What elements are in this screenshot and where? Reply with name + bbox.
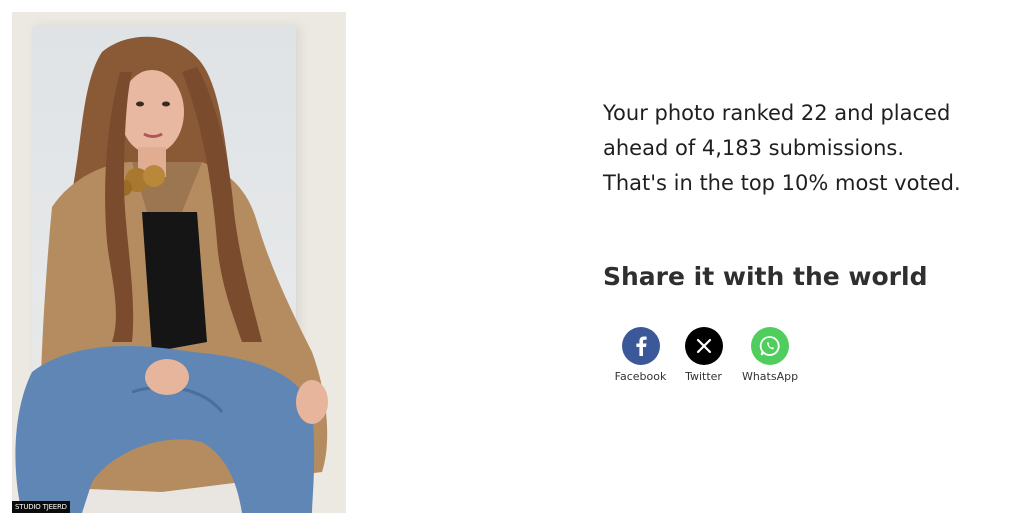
share-whatsapp-button[interactable]: WhatsApp <box>735 327 805 383</box>
rank-line-2: ahead of 4,183 submissions. <box>603 136 905 160</box>
facebook-label: Facebook <box>614 370 667 383</box>
submitted-photo: STUDIO TJEERD <box>12 12 346 513</box>
portrait-illustration <box>15 36 328 513</box>
share-heading: Share it with the world <box>603 262 928 291</box>
rank-line-3: That's in the top 10% most voted. <box>603 171 961 195</box>
photo-credit: STUDIO TJEERD <box>12 501 70 513</box>
twitter-label: Twitter <box>685 370 722 383</box>
share-buttons: Facebook Twitter WhatsApp <box>609 327 805 383</box>
rank-line-1: Your photo ranked 22 and placed <box>603 101 951 125</box>
share-twitter-button[interactable]: Twitter <box>672 327 735 383</box>
rank-summary: Your photo ranked 22 and placed ahead of… <box>603 96 1013 201</box>
x-twitter-icon <box>684 327 723 365</box>
whatsapp-label: WhatsApp <box>741 370 799 383</box>
whatsapp-icon <box>751 327 789 365</box>
facebook-icon <box>621 327 660 365</box>
share-facebook-button[interactable]: Facebook <box>609 327 672 383</box>
